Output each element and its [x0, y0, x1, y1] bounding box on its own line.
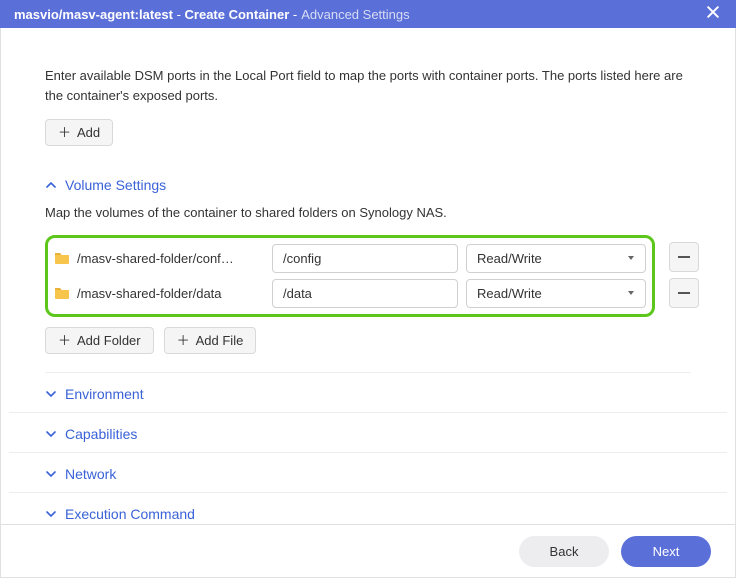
- chevron-down-icon: [45, 388, 57, 400]
- section-header-execution[interactable]: Execution Command: [9, 493, 727, 525]
- volume-settings-description: Map the volumes of the container to shar…: [45, 203, 691, 223]
- title-subtitle: Advanced Settings: [301, 7, 409, 22]
- permission-select[interactable]: Read/Write: [466, 244, 646, 273]
- remove-volume-button[interactable]: [669, 242, 699, 272]
- section-title-network: Network: [65, 466, 116, 482]
- footer: Back Next: [0, 524, 736, 578]
- volume-highlight-box: /masv-shared-folder/conf… Read/Write /ma…: [45, 235, 655, 317]
- chevron-down-icon: [45, 508, 57, 520]
- permission-select[interactable]: Read/Write: [466, 279, 646, 308]
- volume-settings-body: Map the volumes of the container to shar…: [9, 203, 727, 368]
- add-folder-button[interactable]: ＋ Add Folder: [45, 327, 154, 354]
- host-folder-cell[interactable]: /masv-shared-folder/data: [54, 285, 264, 301]
- title-image: masvio/masv-agent:latest: [14, 7, 173, 22]
- volume-row: /masv-shared-folder/data Read/Write: [54, 279, 646, 308]
- content-area: Enter available DSM ports in the Local P…: [0, 28, 736, 524]
- port-settings-description: Enter available DSM ports in the Local P…: [45, 66, 691, 105]
- volume-row: /masv-shared-folder/conf… Read/Write: [54, 244, 646, 273]
- chevron-up-icon: [45, 179, 57, 191]
- host-folder-label: /masv-shared-folder/data: [77, 286, 222, 301]
- section-title-execution: Execution Command: [65, 506, 195, 522]
- port-settings-body: Enter available DSM ports in the Local P…: [9, 28, 727, 150]
- host-folder-label: /masv-shared-folder/conf…: [77, 251, 234, 266]
- add-port-button[interactable]: ＋ Add: [45, 119, 113, 146]
- mount-path-input[interactable]: [272, 279, 458, 308]
- section-title-volume: Volume Settings: [65, 177, 166, 193]
- close-button[interactable]: [704, 5, 722, 23]
- folder-icon: [54, 250, 70, 266]
- back-button[interactable]: Back: [519, 536, 609, 567]
- permission-value: Read/Write: [477, 286, 542, 301]
- titlebar: masvio/masv-agent:latest - Create Contai…: [0, 0, 736, 28]
- section-title-environment: Environment: [65, 386, 144, 402]
- section-header-environment[interactable]: Environment: [9, 373, 727, 413]
- section-header-capabilities[interactable]: Capabilities: [9, 413, 727, 453]
- chevron-down-icon: [45, 428, 57, 440]
- chevron-down-icon: [45, 468, 57, 480]
- section-title-capabilities: Capabilities: [65, 426, 137, 442]
- mount-path-input[interactable]: [272, 244, 458, 273]
- title-action: Create Container: [185, 7, 290, 22]
- add-port-label: Add: [77, 125, 100, 140]
- section-header-volume[interactable]: Volume Settings: [9, 164, 727, 203]
- minus-icon: [678, 256, 690, 258]
- permission-value: Read/Write: [477, 251, 542, 266]
- minus-icon: [678, 292, 690, 294]
- host-folder-cell[interactable]: /masv-shared-folder/conf…: [54, 250, 264, 266]
- close-icon: [707, 6, 719, 18]
- add-folder-label: Add Folder: [77, 333, 141, 348]
- remove-volume-button[interactable]: [669, 278, 699, 308]
- add-file-label: Add File: [196, 333, 244, 348]
- caret-down-icon: [627, 254, 635, 262]
- add-file-button[interactable]: ＋ Add File: [164, 327, 257, 354]
- next-button[interactable]: Next: [621, 536, 711, 567]
- plus-icon: ＋: [58, 126, 71, 139]
- plus-icon: ＋: [58, 334, 71, 347]
- section-header-network[interactable]: Network: [9, 453, 727, 493]
- folder-icon: [54, 285, 70, 301]
- plus-icon: ＋: [177, 334, 190, 347]
- caret-down-icon: [627, 289, 635, 297]
